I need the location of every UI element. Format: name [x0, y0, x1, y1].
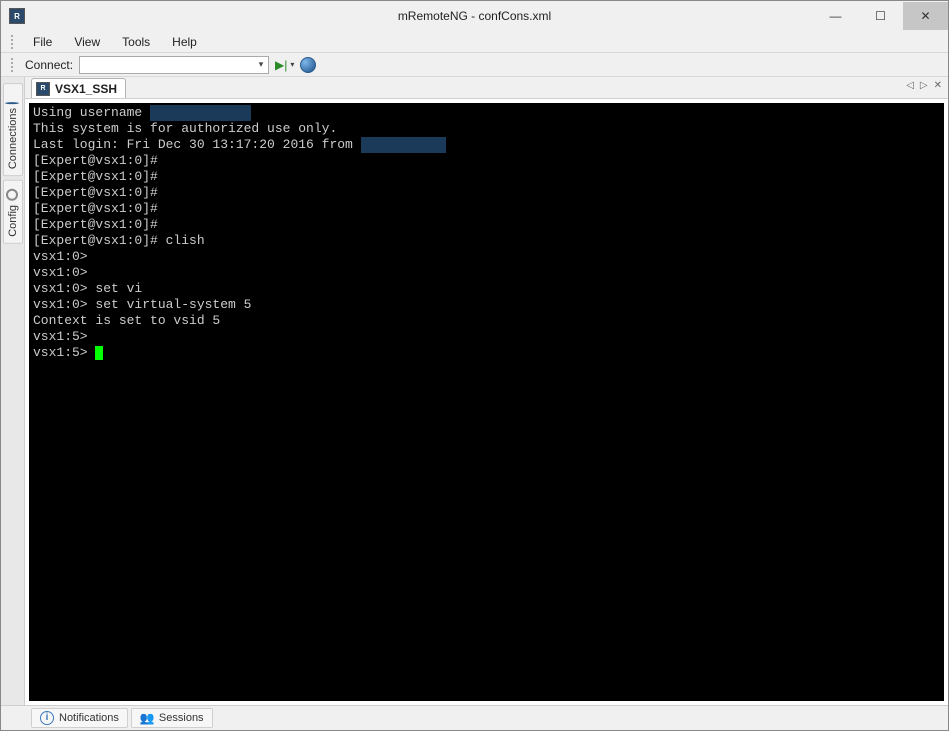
globe-icon[interactable]: [300, 57, 316, 73]
terminal[interactable]: Using username This system is for author…: [29, 103, 944, 701]
terminal-line: vsx1:0>: [33, 249, 940, 265]
chevron-down-icon: ▾: [254, 57, 268, 73]
cursor-icon: [95, 346, 103, 360]
info-icon: i: [40, 711, 54, 725]
sidebar-tab-config[interactable]: Config: [3, 180, 23, 244]
sidebar-tab-label: Connections: [7, 108, 19, 169]
terminal-line: vsx1:0> set virtual-system 5: [33, 297, 940, 313]
tab-nav: ◁ ▷ ✕: [904, 80, 944, 91]
bottom-tab-sessions[interactable]: 👥 Sessions: [131, 708, 213, 728]
bottom-tab-notifications[interactable]: i Notifications: [31, 708, 128, 728]
chevron-down-icon[interactable]: ▾: [290, 60, 294, 69]
terminal-line: [Expert@vsx1:0]#: [33, 201, 940, 217]
window-controls: — ☐ ✕: [813, 2, 948, 30]
terminal-line: Context is set to vsid 5: [33, 313, 940, 329]
minimize-button[interactable]: —: [813, 2, 858, 30]
session-tab[interactable]: R VSX1_SSH: [31, 78, 126, 98]
terminal-line: [Expert@vsx1:0]#: [33, 169, 940, 185]
terminal-line: vsx1:5>: [33, 345, 940, 361]
toolbar-grip-icon: [11, 58, 15, 72]
titlebar: R mRemoteNG - confCons.xml — ☐ ✕: [1, 1, 948, 31]
bottom-tab-label: Sessions: [159, 712, 204, 724]
menu-help[interactable]: Help: [162, 33, 207, 51]
globe-icon: [5, 102, 19, 104]
tab-close-icon[interactable]: ✕: [932, 80, 944, 91]
sidebar: Connections Config: [1, 77, 25, 705]
connect-label: Connect:: [25, 58, 73, 72]
toolbar-grip-icon: [11, 35, 15, 49]
tab-prev-icon[interactable]: ◁: [904, 80, 916, 91]
redacted-text: [361, 137, 447, 153]
user-group-icon: 👥: [140, 711, 154, 725]
terminal-line: [Expert@vsx1:0]# clish: [33, 233, 940, 249]
redacted-text: [150, 105, 251, 121]
app-icon: R: [9, 8, 25, 24]
maximize-button[interactable]: ☐: [858, 2, 903, 30]
gear-icon: [6, 189, 18, 201]
terminal-line: [Expert@vsx1:0]#: [33, 217, 940, 233]
connect-go-icon[interactable]: ▶|: [275, 58, 287, 72]
terminal-line: Last login: Fri Dec 30 13:17:20 2016 fro…: [33, 137, 940, 153]
terminal-line: [Expert@vsx1:0]#: [33, 185, 940, 201]
terminal-line: vsx1:0>: [33, 265, 940, 281]
bottom-tabs: i Notifications 👥 Sessions: [1, 705, 948, 729]
terminal-line: This system is for authorized use only.: [33, 121, 940, 137]
menu-bar: File View Tools Help: [1, 31, 948, 53]
sidebar-tab-connections[interactable]: Connections: [3, 83, 23, 176]
bottom-tab-label: Notifications: [59, 712, 119, 724]
menu-view[interactable]: View: [64, 33, 110, 51]
terminal-line: vsx1:0> set vi: [33, 281, 940, 297]
sidebar-tab-label: Config: [7, 205, 19, 237]
tab-strip: R VSX1_SSH ◁ ▷ ✕: [25, 77, 948, 99]
connect-host-combo[interactable]: ▾: [79, 56, 269, 74]
terminal-line: [Expert@vsx1:0]#: [33, 153, 940, 169]
menu-tools[interactable]: Tools: [112, 33, 160, 51]
connect-toolbar: Connect: ▾ ▶| ▾: [1, 53, 948, 77]
terminal-line: Using username: [33, 105, 940, 121]
window-title: mRemoteNG - confCons.xml: [1, 9, 948, 23]
session-tab-icon: R: [36, 82, 50, 96]
menu-file[interactable]: File: [23, 33, 62, 51]
terminal-line: vsx1:5>: [33, 329, 940, 345]
main-area: Connections Config R VSX1_SSH ◁ ▷ ✕ Usin…: [1, 77, 948, 705]
close-button[interactable]: ✕: [903, 2, 948, 30]
session-tab-label: VSX1_SSH: [55, 82, 117, 96]
tab-next-icon[interactable]: ▷: [918, 80, 930, 91]
content-area: R VSX1_SSH ◁ ▷ ✕ Using username This sys…: [25, 77, 948, 705]
